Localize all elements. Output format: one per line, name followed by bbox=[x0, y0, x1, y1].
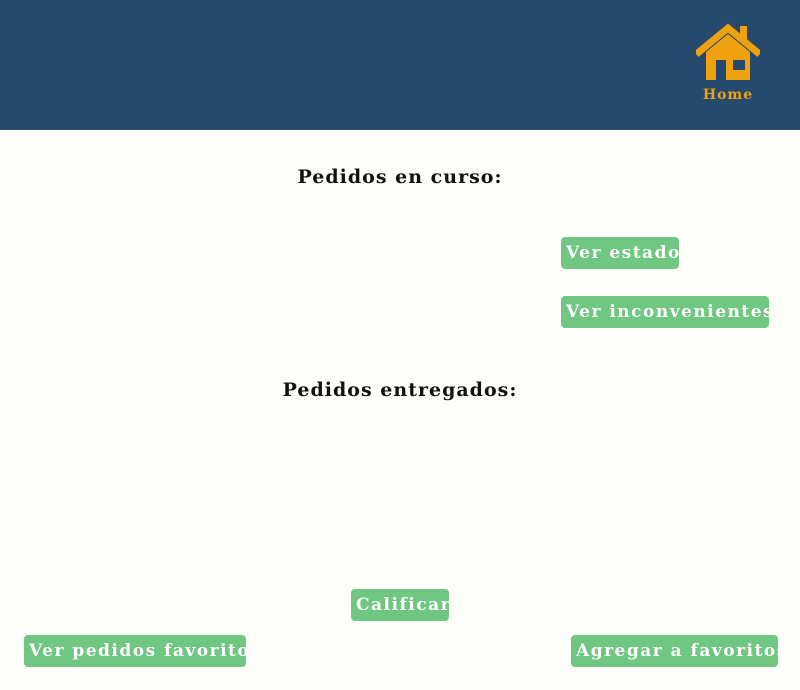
ver-inconvenientes-button[interactable]: Ver inconvenientes bbox=[561, 296, 773, 328]
ver-pedidos-favoritos-button[interactable]: Ver pedidos favoritos bbox=[24, 635, 260, 667]
agregar-a-favoritos-button[interactable]: Agregar a favoritos bbox=[571, 635, 786, 667]
section-title-pedidos-en-curso: Pedidos en curso: bbox=[297, 166, 503, 188]
ver-estado-button[interactable]: Ver estado bbox=[561, 237, 679, 269]
home-button[interactable]: Home bbox=[694, 22, 762, 108]
section-title-pedidos-entregados: Pedidos entregados: bbox=[282, 379, 518, 401]
calificar-button[interactable]: Calificar bbox=[351, 589, 450, 621]
app-header: Home bbox=[0, 0, 800, 130]
house-icon bbox=[696, 23, 760, 80]
home-label: Home bbox=[702, 87, 754, 103]
